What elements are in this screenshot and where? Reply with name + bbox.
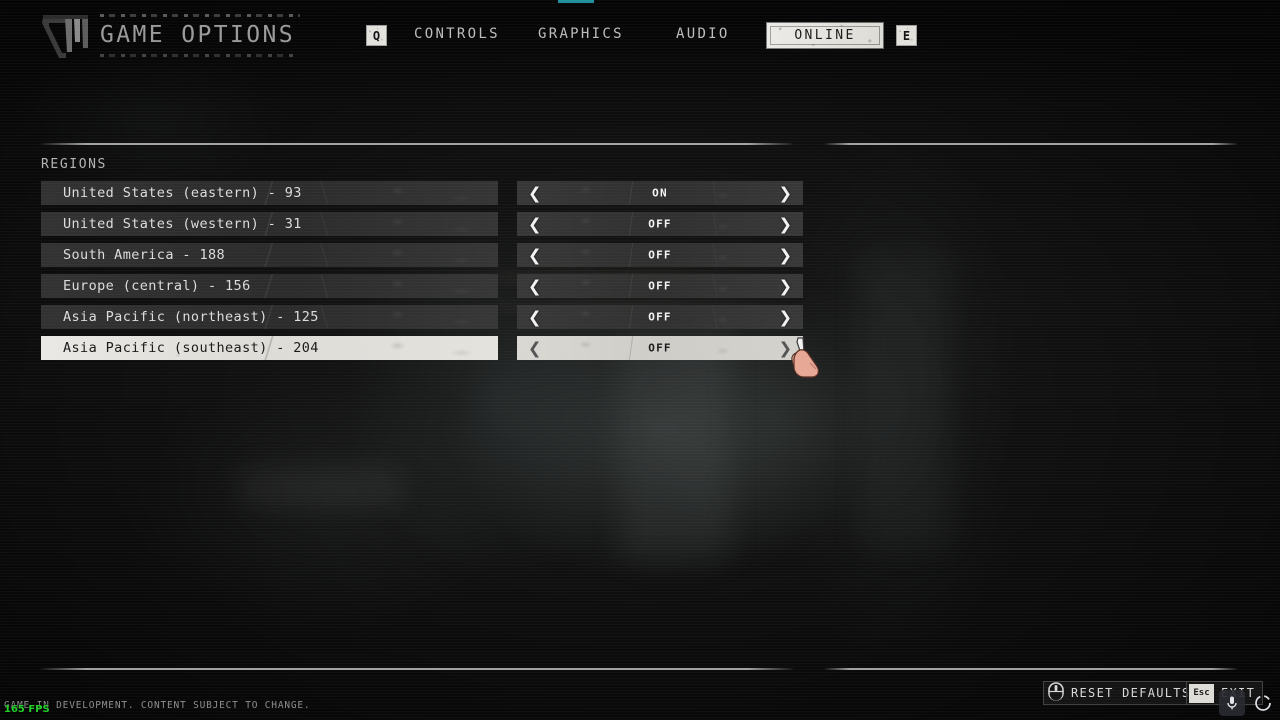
chevron-right-icon[interactable]: ❯ <box>779 308 792 327</box>
option-toggle-panel[interactable]: ❮ OFF ❯ <box>517 305 803 329</box>
next-tab-key-badge[interactable]: E <box>896 25 917 46</box>
chevron-left-icon[interactable]: ❮ <box>528 308 541 327</box>
mouse-icon <box>1047 681 1065 705</box>
reset-defaults-label: RESET DEFAULTS <box>1071 686 1191 700</box>
option-toggle-panel[interactable]: ❮ OFF ❯ <box>517 336 803 360</box>
option-row[interactable]: United States (eastern) - 93 ❮ ON ❯ <box>41 181 803 205</box>
option-toggle-panel[interactable]: ❮ OFF ❯ <box>517 274 803 298</box>
tab-graphics[interactable]: GRAPHICS <box>538 26 624 42</box>
option-row[interactable]: Asia Pacific (southeast) - 204 ❮ OFF ❯ <box>41 336 803 360</box>
option-label-panel[interactable]: Europe (central) - 156 <box>41 274 498 298</box>
tab-online-label: ONLINE <box>794 28 856 43</box>
divider-left-bottom <box>41 668 793 670</box>
option-toggle-panel[interactable]: ❮ ON ❯ <box>517 181 803 205</box>
chevron-left-icon[interactable]: ❮ <box>528 339 541 358</box>
option-label: Asia Pacific (northeast) - 125 <box>63 309 319 325</box>
option-row[interactable]: Europe (central) - 156 ❮ OFF ❯ <box>41 274 803 298</box>
esc-key-badge: Esc <box>1189 683 1214 703</box>
fps-counter: 165 FPS <box>4 704 50 715</box>
title-scratch-top <box>100 14 300 17</box>
chevron-right-icon[interactable]: ❯ <box>779 339 792 358</box>
tab-audio[interactable]: AUDIO <box>676 26 730 42</box>
divider-left-top <box>41 143 793 145</box>
divider-right-bottom <box>825 668 1237 670</box>
chevron-right-icon[interactable]: ❯ <box>779 184 792 203</box>
option-toggle-panel[interactable]: ❮ OFF ❯ <box>517 212 803 236</box>
reset-defaults-button[interactable]: RESET DEFAULTS <box>1043 681 1199 705</box>
option-toggle-panel[interactable]: ❮ OFF ❯ <box>517 243 803 267</box>
divider-right-top <box>825 143 1237 145</box>
microphone-icon[interactable] <box>1219 690 1245 716</box>
record-circle-icon[interactable] <box>1250 690 1276 716</box>
option-label: United States (eastern) - 93 <box>63 185 302 201</box>
chevron-left-icon[interactable]: ❮ <box>528 246 541 265</box>
regions-option-list: United States (eastern) - 93 ❮ ON ❯ United S… <box>41 181 803 367</box>
title-block: GAME OPTIONS <box>100 14 305 58</box>
chevron-right-icon[interactable]: ❯ <box>779 215 792 234</box>
tab-controls[interactable]: CONTROLS <box>414 26 500 42</box>
title-scratch-bottom <box>100 54 298 57</box>
option-label-panel[interactable]: Asia Pacific (southeast) - 204 <box>41 336 498 360</box>
option-value: ON <box>652 186 668 200</box>
chevron-right-icon[interactable]: ❯ <box>779 277 792 296</box>
overlay-icon-group <box>1219 690 1276 716</box>
chevron-right-icon[interactable]: ❯ <box>779 246 792 265</box>
game-logo-emblem <box>40 12 98 60</box>
option-label-panel[interactable]: Asia Pacific (northeast) - 125 <box>41 305 498 329</box>
option-label: Europe (central) - 156 <box>63 278 251 294</box>
option-row[interactable]: Asia Pacific (northeast) - 125 ❮ OFF ❯ <box>41 305 803 329</box>
header: GAME OPTIONS Q CONTROLS GRAPHICS AUDIO O… <box>0 0 1280 72</box>
chevron-left-icon[interactable]: ❮ <box>528 184 541 203</box>
option-label: United States (western) - 31 <box>63 216 302 232</box>
option-value: OFF <box>648 217 672 231</box>
section-label-regions: REGIONS <box>41 157 107 172</box>
option-value: OFF <box>648 279 672 293</box>
option-label: Asia Pacific (southeast) - 204 <box>63 340 319 356</box>
option-value: OFF <box>648 310 672 324</box>
option-row[interactable]: United States (western) - 31 ❮ OFF ❯ <box>41 212 803 236</box>
game-options-screen: GAME OPTIONS Q CONTROLS GRAPHICS AUDIO O… <box>0 0 1280 720</box>
option-label-panel[interactable]: United States (western) - 31 <box>41 212 498 236</box>
tab-online[interactable]: ONLINE <box>766 22 884 49</box>
page-title: GAME OPTIONS <box>100 22 295 48</box>
chevron-left-icon[interactable]: ❮ <box>528 277 541 296</box>
option-label-panel[interactable]: South America - 188 <box>41 243 498 267</box>
option-label: South America - 188 <box>63 247 226 263</box>
chevron-left-icon[interactable]: ❮ <box>528 215 541 234</box>
option-value: OFF <box>648 341 672 355</box>
option-row[interactable]: South America - 188 ❮ OFF ❯ <box>41 243 803 267</box>
option-label-panel[interactable]: United States (eastern) - 93 <box>41 181 498 205</box>
prev-tab-key-badge[interactable]: Q <box>366 25 387 46</box>
option-value: OFF <box>648 248 672 262</box>
